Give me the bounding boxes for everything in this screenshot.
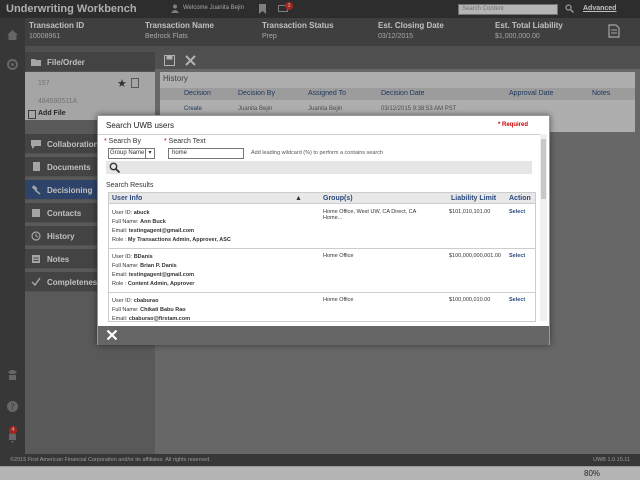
close-icon[interactable] <box>106 329 118 341</box>
col-user-info[interactable]: User Info <box>112 195 142 202</box>
select-button[interactable]: Select <box>509 253 525 259</box>
search-text-label: * Search Text <box>164 138 206 145</box>
search-by-label: * Search By <box>104 138 141 145</box>
sort-asc-icon[interactable]: ▲ <box>295 195 302 202</box>
search-users-modal: Search UWB users * Required * Search By … <box>97 115 550 345</box>
modal-footer <box>98 326 549 345</box>
select-button[interactable]: Select <box>509 297 525 303</box>
user-info: User ID: BDanis Full Name: Brian P. Dani… <box>112 254 195 287</box>
table-row: User ID: BDanis Full Name: Brian P. Dani… <box>109 249 535 293</box>
modal-scrollbar[interactable] <box>540 134 547 321</box>
table-row: User ID: abuck Full Name: Ann Buck Email… <box>109 205 535 249</box>
results-title: Search Results <box>106 182 154 189</box>
col-groups[interactable]: Group(s) <box>323 195 353 202</box>
col-action[interactable]: Action <box>509 195 531 202</box>
scroll-thumb[interactable] <box>541 139 546 199</box>
user-info: User ID: cbaburao Full Name: Chikati Bab… <box>112 298 191 322</box>
groups-cell: Home Office, West UW, CA Direct, CA Home… <box>323 209 417 221</box>
modal-title: Search UWB users <box>106 121 175 130</box>
required-note: * Required <box>497 122 528 128</box>
col-liability-limit[interactable]: Liability Limit <box>451 195 496 202</box>
search-text-input[interactable]: home <box>168 148 244 159</box>
results-header: User Info ▲ Group(s) Liability Limit Act… <box>109 193 535 204</box>
wildcard-hint: Add leading wildcard (%) to perform a co… <box>251 150 384 156</box>
limit-cell: $101,010,101.00 <box>449 209 491 215</box>
select-button[interactable]: Select <box>509 209 525 215</box>
search-button-bar <box>106 161 532 174</box>
table-row: User ID: cbaburao Full Name: Chikati Bab… <box>109 293 535 322</box>
limit-cell: $100,000,000,001.00 <box>449 253 501 259</box>
chevron-down-icon: ▾ <box>145 149 154 158</box>
search-by-select[interactable]: Group Name ▾ <box>108 148 155 159</box>
divider <box>98 134 540 135</box>
groups-cell: Home Office <box>323 253 354 259</box>
limit-cell: $100,000,010.00 <box>449 297 491 303</box>
search-icon[interactable] <box>109 162 120 173</box>
groups-cell: Home Office <box>323 297 354 303</box>
results-table: User Info ▲ Group(s) Liability Limit Act… <box>108 192 536 322</box>
user-info: User ID: abuck Full Name: Ann Buck Email… <box>112 210 231 243</box>
